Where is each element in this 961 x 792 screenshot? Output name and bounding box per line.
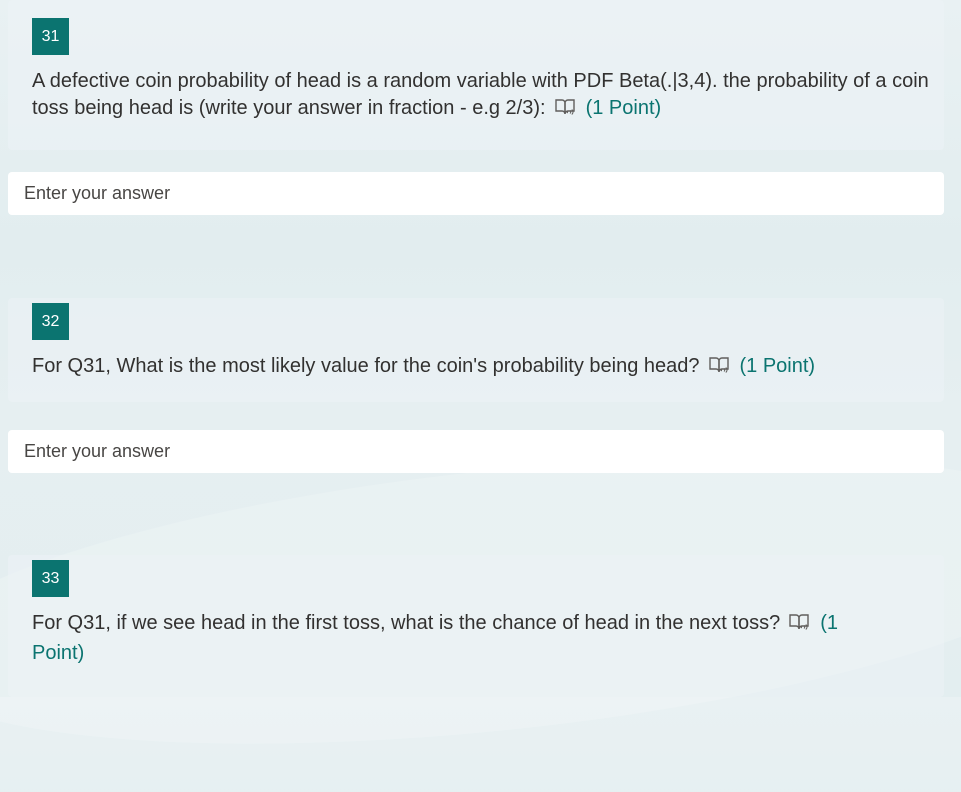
question-points: (1 Point)	[739, 355, 816, 377]
question-33: 33 For Q31, if we see head in the first …	[8, 555, 944, 697]
question-text: For Q31, if we see head in the first tos…	[32, 612, 781, 634]
immersive-reader-icon[interactable]	[788, 612, 810, 640]
question-number-badge: 32	[32, 303, 69, 340]
answer-input-31[interactable]	[22, 182, 930, 205]
answer-box-32	[8, 430, 944, 473]
question-text-container: For Q31, if we see head in the first tos…	[32, 610, 862, 667]
question-points: (1 Point)	[585, 97, 662, 119]
answer-input-32[interactable]	[22, 440, 930, 463]
question-number-badge: 31	[32, 18, 69, 55]
immersive-reader-icon[interactable]	[708, 355, 730, 383]
question-31: 31 A defective coin probability of head …	[8, 0, 944, 150]
question-32: 32 For Q31, What is the most likely valu…	[8, 298, 944, 402]
question-text: A defective coin probability of head is …	[32, 70, 929, 119]
question-text-container: A defective coin probability of head is …	[32, 68, 932, 125]
immersive-reader-icon[interactable]	[554, 97, 576, 125]
question-text: For Q31, What is the most likely value f…	[32, 355, 700, 377]
question-number-badge: 33	[32, 560, 69, 597]
answer-box-31	[8, 172, 944, 215]
question-text-container: For Q31, What is the most likely value f…	[32, 353, 932, 383]
